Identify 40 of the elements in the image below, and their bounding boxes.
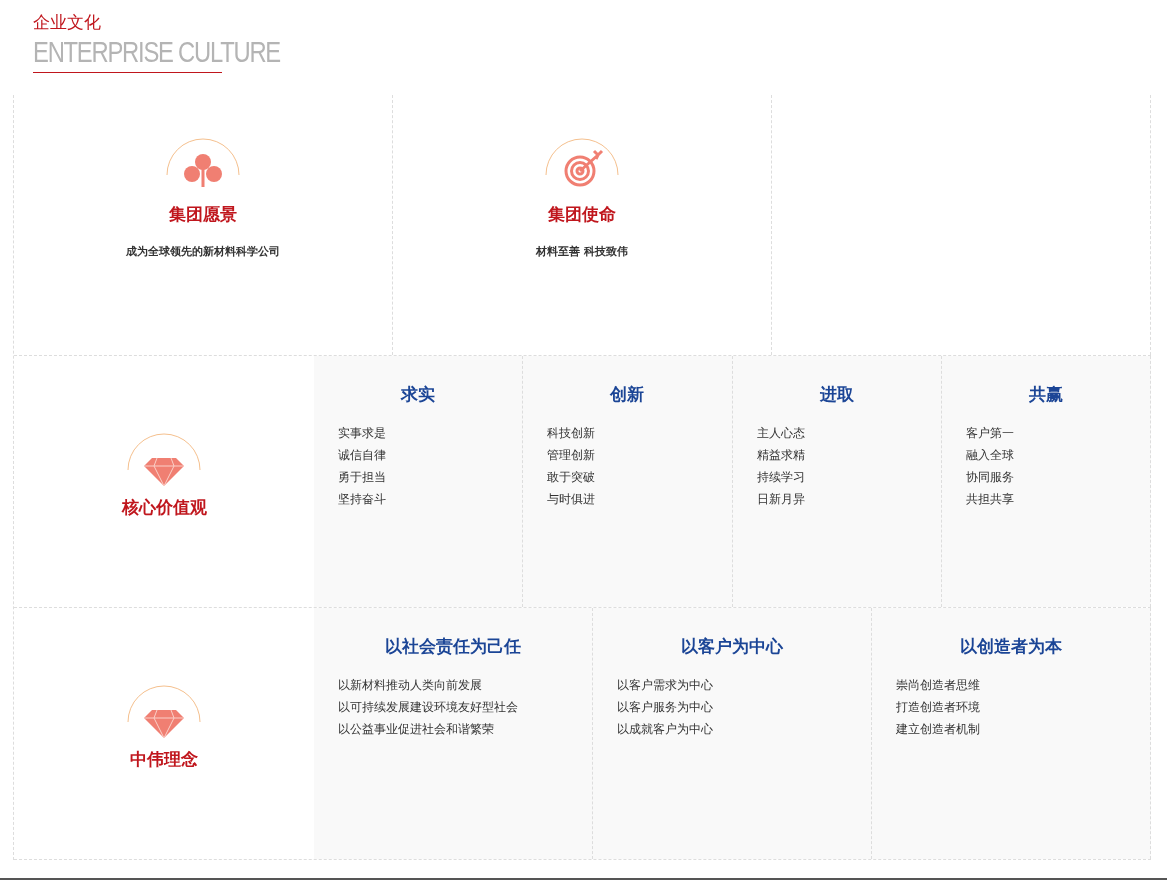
value-item: 主人心态 bbox=[756, 425, 806, 442]
value-heading: 进取 bbox=[819, 383, 854, 406]
value-heading: 以客户为中心 bbox=[681, 635, 783, 658]
card-title: 集团愿景 bbox=[169, 203, 237, 226]
value-item: 以成就客户为中心 bbox=[617, 721, 714, 738]
value-item: 融入全球 bbox=[965, 447, 1015, 464]
card-title: 集团使命 bbox=[548, 203, 616, 226]
value-item: 共担共享 bbox=[965, 491, 1015, 508]
value-heading: 以创造者为本 bbox=[960, 635, 1062, 658]
value-item: 实事求是 bbox=[338, 425, 387, 442]
value-item: 精益求精 bbox=[756, 447, 806, 464]
value-heading: 创新 bbox=[610, 383, 645, 406]
value-item: 客户第一 bbox=[965, 425, 1015, 442]
value-item: 与时俱进 bbox=[547, 491, 597, 508]
page-subtitle: ENTERPRISE CULTURE bbox=[33, 35, 280, 70]
value-item: 崇尚创造者思维 bbox=[896, 677, 981, 694]
value-item: 以公益事业促进社会和谐繁荣 bbox=[338, 721, 495, 738]
value-item: 日新月异 bbox=[756, 491, 806, 508]
value-item: 建立创造者机制 bbox=[896, 721, 981, 738]
value-item: 敢于突破 bbox=[547, 469, 597, 486]
value-item: 打造创造者环境 bbox=[896, 699, 981, 716]
value-item: 以可持续发展建设环境友好型社会 bbox=[338, 699, 519, 716]
value-item: 以客户服务为中心 bbox=[617, 699, 714, 716]
value-heading: 以社会责任为己任 bbox=[385, 635, 521, 658]
section-title: 中伟理念 bbox=[130, 748, 198, 771]
value-item: 以客户需求为中心 bbox=[617, 677, 714, 694]
value-item: 持续学习 bbox=[756, 469, 806, 486]
value-item: 科技创新 bbox=[547, 425, 597, 442]
value-item: 勇于担当 bbox=[338, 469, 387, 486]
page-title: 企业文化 bbox=[33, 11, 102, 34]
section-title: 核心价值观 bbox=[121, 496, 207, 519]
value-item: 坚持奋斗 bbox=[338, 491, 387, 508]
value-item: 以新材料推动人类向前发展 bbox=[338, 677, 483, 694]
value-heading: 求实 bbox=[401, 383, 436, 406]
value-item: 诚信自律 bbox=[338, 447, 387, 464]
value-heading: 共赢 bbox=[1028, 383, 1063, 406]
card-text: 材料至善 科技致伟 bbox=[536, 244, 628, 259]
value-item: 管理创新 bbox=[547, 447, 597, 464]
value-item: 协同服务 bbox=[965, 469, 1015, 486]
card-text: 成为全球领先的新材料科学公司 bbox=[126, 244, 280, 259]
